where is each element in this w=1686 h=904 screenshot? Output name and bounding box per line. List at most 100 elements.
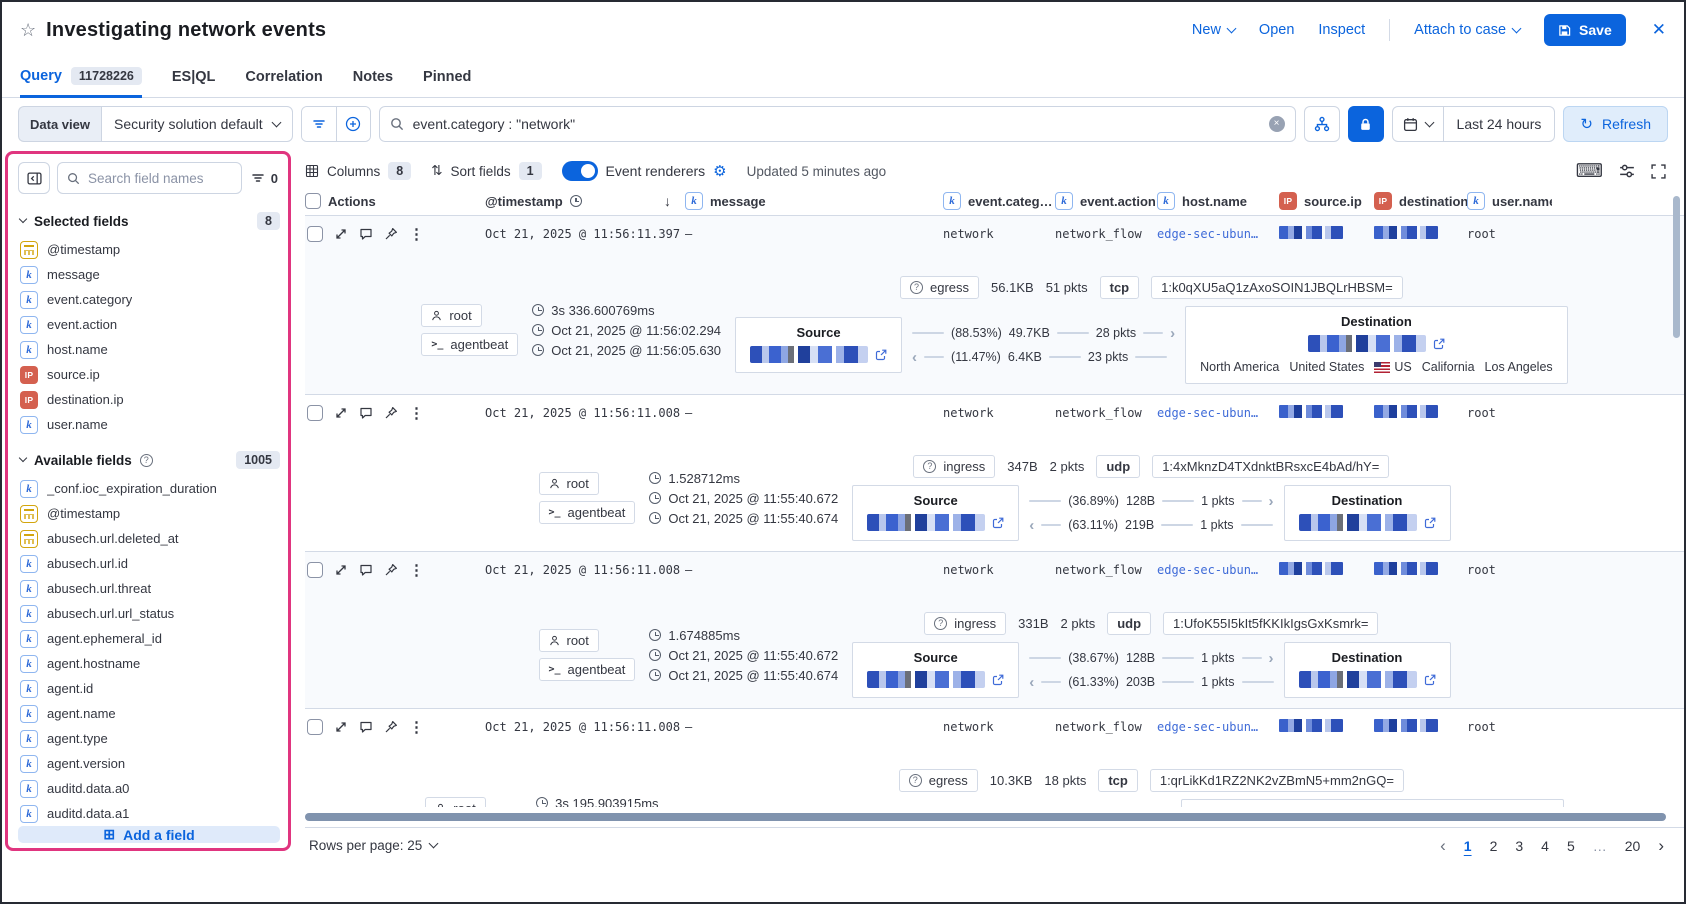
total-bytes[interactable]: 10.3KB bbox=[990, 773, 1033, 788]
tab-correlation[interactable]: Correlation bbox=[245, 58, 322, 97]
direction-badge[interactable]: ?egress bbox=[899, 769, 978, 792]
field-list-item[interactable]: k auditd.data.a1 bbox=[18, 801, 280, 826]
field-list-item[interactable]: k abusech.url.url_status bbox=[18, 601, 280, 626]
field-list-item[interactable]: k agent.hostname bbox=[18, 651, 280, 676]
total-packets[interactable]: 18 pkts bbox=[1044, 773, 1086, 788]
page-number[interactable]: 2 bbox=[1490, 838, 1498, 854]
community-id-badge[interactable]: 1:4xMknzD4TXdnktBRsxcE4bAd/hY= bbox=[1152, 455, 1389, 478]
expand-event-icon[interactable] bbox=[334, 406, 348, 420]
favorite-star-icon[interactable]: ☆ bbox=[20, 21, 36, 39]
pin-event-icon[interactable] bbox=[384, 563, 398, 577]
field-list-item[interactable]: k user.name bbox=[18, 412, 280, 437]
cell-destination-ip-redacted[interactable] bbox=[1374, 405, 1438, 418]
col-source-ip[interactable]: IPsource.ip bbox=[1279, 192, 1374, 210]
page-number[interactable]: 4 bbox=[1541, 838, 1549, 854]
cell-event-action[interactable]: network_flow bbox=[1055, 720, 1157, 734]
total-bytes[interactable]: 56.1KB bbox=[991, 280, 1034, 295]
cell-timestamp[interactable]: Oct 21, 2025 @ 11:56:11.008 bbox=[485, 406, 685, 420]
protocol-badge[interactable]: udp bbox=[1096, 455, 1140, 478]
cell-timestamp[interactable]: Oct 21, 2025 @ 11:56:11.008 bbox=[485, 720, 685, 734]
community-id-badge[interactable]: 1:k0qXU5aQ1zAxoSOIN1JBQLrHBSM= bbox=[1151, 276, 1403, 299]
cell-event-action[interactable]: network_flow bbox=[1055, 563, 1157, 577]
page-number[interactable]: 3 bbox=[1515, 838, 1523, 854]
community-id-badge[interactable]: 1:qrLikKd1RZ2NK2vZBmN5+mm2nGQ= bbox=[1150, 769, 1404, 792]
more-actions-icon[interactable]: ⋮ bbox=[409, 563, 424, 578]
cell-timestamp[interactable]: Oct 21, 2025 @ 11:56:11.008 bbox=[485, 563, 685, 577]
cell-user-name[interactable]: root bbox=[1467, 406, 1552, 420]
more-actions-icon[interactable]: ⋮ bbox=[409, 720, 424, 735]
col-host-name[interactable]: khost.name bbox=[1157, 192, 1279, 210]
collapse-fields-button[interactable] bbox=[18, 162, 50, 194]
next-page-icon[interactable]: › bbox=[1658, 836, 1664, 856]
field-list-item[interactable]: k agent.name bbox=[18, 701, 280, 726]
user-badge[interactable]: root bbox=[539, 472, 599, 495]
field-list-item[interactable]: k agent.type bbox=[18, 726, 280, 751]
add-note-icon[interactable] bbox=[359, 227, 373, 241]
external-link-icon[interactable] bbox=[1424, 674, 1436, 686]
pin-event-icon[interactable] bbox=[384, 720, 398, 734]
direction-badge[interactable]: ?ingress bbox=[924, 612, 1006, 635]
close-icon[interactable]: ✕ bbox=[1652, 20, 1666, 40]
cell-event-action[interactable]: network_flow bbox=[1055, 227, 1157, 241]
lock-date-picker-button[interactable] bbox=[1348, 106, 1384, 142]
external-link-icon[interactable] bbox=[992, 517, 1004, 529]
field-list-item[interactable]: abusech.url.deleted_at bbox=[18, 526, 280, 551]
community-id-badge[interactable]: 1:UfoK55I5kIt5fKKIkIgsGxKsmrk= bbox=[1163, 612, 1378, 635]
display-options-icon[interactable] bbox=[1619, 163, 1635, 179]
sort-fields-button[interactable]: ⇅ Sort fields 1 bbox=[431, 162, 541, 180]
direction-badge[interactable]: ?egress bbox=[900, 276, 979, 299]
page-number[interactable]: 5 bbox=[1567, 838, 1575, 854]
expand-event-icon[interactable] bbox=[334, 720, 348, 734]
more-actions-icon[interactable]: ⋮ bbox=[409, 227, 424, 242]
field-list-item[interactable]: k agent.version bbox=[18, 751, 280, 776]
cell-event-category[interactable]: network bbox=[943, 720, 1055, 734]
cell-user-name[interactable]: root bbox=[1467, 227, 1552, 241]
total-packets[interactable]: 2 pkts bbox=[1061, 616, 1096, 631]
process-badge[interactable]: >_ agentbeat bbox=[421, 333, 518, 356]
pin-event-icon[interactable] bbox=[384, 227, 398, 241]
field-list-item[interactable]: k event.category bbox=[18, 287, 280, 312]
field-list-item[interactable]: k message bbox=[18, 262, 280, 287]
columns-button[interactable]: Columns 8 bbox=[305, 162, 411, 180]
add-field-button[interactable]: ⊞ Add a field bbox=[18, 826, 280, 843]
direction-badge[interactable]: ?ingress bbox=[913, 455, 995, 478]
field-list-item[interactable]: k _conf.ioc_expiration_duration bbox=[18, 476, 280, 501]
field-list-item[interactable]: k agent.ephemeral_id bbox=[18, 626, 280, 651]
cell-event-category[interactable]: network bbox=[943, 406, 1055, 420]
filter-menu-button[interactable] bbox=[302, 107, 336, 141]
cell-destination-ip-redacted[interactable] bbox=[1374, 562, 1438, 575]
expand-event-icon[interactable] bbox=[334, 563, 348, 577]
field-list-item[interactable]: k host.name bbox=[18, 337, 280, 362]
keyboard-shortcuts-icon[interactable]: ⌨ bbox=[1576, 162, 1603, 181]
inspect-button[interactable]: Inspect bbox=[1318, 22, 1365, 38]
cell-source-ip-redacted[interactable] bbox=[1279, 719, 1343, 732]
vertical-scrollbar[interactable] bbox=[1673, 196, 1680, 338]
field-list-item[interactable]: k auditd.data.a0 bbox=[18, 776, 280, 801]
field-list-item[interactable]: @timestamp bbox=[18, 237, 280, 262]
cell-user-name[interactable]: root bbox=[1467, 720, 1552, 734]
gear-icon[interactable]: ⚙ bbox=[713, 162, 726, 180]
select-all-checkbox[interactable] bbox=[305, 193, 321, 209]
total-packets[interactable]: 2 pkts bbox=[1050, 459, 1085, 474]
row-checkbox[interactable] bbox=[307, 562, 323, 578]
tab-query[interactable]: Query11728226 bbox=[20, 58, 142, 98]
cell-timestamp[interactable]: Oct 21, 2025 @ 11:56:11.397 bbox=[485, 227, 685, 241]
cell-destination-ip-redacted[interactable] bbox=[1374, 226, 1438, 239]
external-link-icon[interactable] bbox=[1424, 517, 1436, 529]
tab-pinned[interactable]: Pinned bbox=[423, 58, 471, 97]
pin-event-icon[interactable] bbox=[384, 406, 398, 420]
field-list-item[interactable]: k agent.id bbox=[18, 676, 280, 701]
cell-host-name[interactable]: edge-sec-ubun… bbox=[1157, 406, 1279, 420]
available-fields-header[interactable]: Available fields ? 1005 bbox=[20, 451, 280, 469]
more-actions-icon[interactable]: ⋮ bbox=[409, 406, 424, 421]
row-checkbox[interactable] bbox=[307, 405, 323, 421]
selected-fields-header[interactable]: Selected fields 8 bbox=[20, 212, 280, 230]
cell-source-ip-redacted[interactable] bbox=[1279, 405, 1343, 418]
data-view-select[interactable]: Security solution default bbox=[101, 106, 293, 142]
cell-host-name[interactable]: edge-sec-ubun… bbox=[1157, 720, 1279, 734]
total-packets[interactable]: 51 pkts bbox=[1046, 280, 1088, 295]
field-list-item[interactable]: IP destination.ip bbox=[18, 387, 280, 412]
process-badge[interactable]: >_ agentbeat bbox=[539, 658, 636, 681]
tab-esql[interactable]: ES|QL bbox=[172, 58, 216, 97]
cell-host-name[interactable]: edge-sec-ubun… bbox=[1157, 563, 1279, 577]
